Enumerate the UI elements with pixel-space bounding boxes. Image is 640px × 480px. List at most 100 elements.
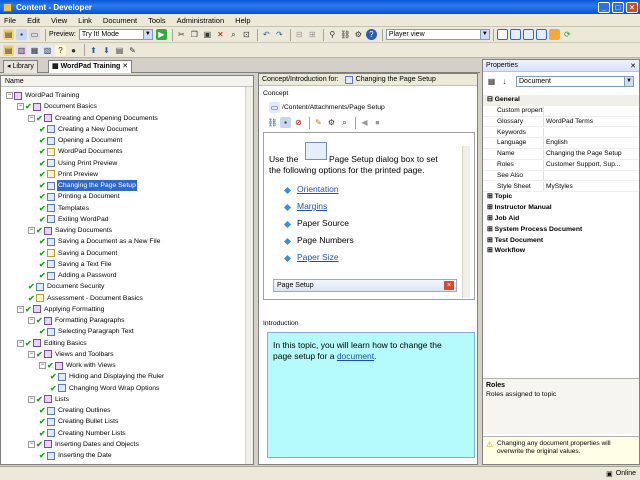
introduction-text-area[interactable]: In this topic, you will learn how to cha… — [267, 332, 475, 458]
edit-pencil-icon[interactable]: ✎ — [313, 117, 324, 128]
refresh-icon[interactable]: ⟳ — [562, 29, 573, 40]
player-view-select[interactable]: Player view ▼ — [385, 29, 490, 40]
property-row[interactable]: Keywords — [483, 127, 639, 139]
tree-node[interactable]: ✔ Adding a Password — [39, 270, 118, 281]
property-row[interactable]: See Also — [483, 170, 639, 182]
tree-node[interactable]: ✔ WordPad Documents — [39, 146, 123, 157]
save-icon[interactable]: ▪ — [280, 117, 291, 128]
link-icon[interactable]: ⛓ — [340, 29, 351, 40]
tree-node[interactable]: ✔ Creating Bullet Lists — [39, 416, 119, 427]
new-topic-icon[interactable]: ▧ — [42, 44, 53, 56]
new-module-icon[interactable]: ▥ — [16, 44, 27, 56]
layout-split-icon[interactable] — [509, 29, 521, 40]
tree-node[interactable]: − ✔ Inserting Dates and Objects — [28, 439, 140, 450]
menu-help[interactable]: Help — [235, 16, 250, 25]
expand-icon[interactable]: ⊞ — [307, 29, 318, 40]
layout-single-icon[interactable] — [496, 29, 508, 40]
tree-node[interactable]: ✔ Creating Outlines — [39, 405, 112, 416]
option-orientation[interactable]: Orientation — [297, 184, 339, 194]
link-icon[interactable]: ⛓ — [267, 117, 278, 128]
new-question-icon[interactable]: ? — [55, 44, 66, 56]
stop-icon[interactable]: ⏹ — [372, 117, 383, 128]
collapse-icon[interactable]: ⊟ — [294, 29, 305, 40]
tree-node[interactable]: ✔ Creating a New Document — [39, 124, 139, 135]
property-value[interactable]: Customer Support, Sup... — [543, 160, 639, 170]
collapse-toggle-icon[interactable]: − — [6, 92, 13, 99]
collapse-toggle-icon[interactable]: − — [39, 362, 46, 369]
property-category[interactable]: ⊞ Workflow — [483, 246, 639, 257]
tab-library[interactable]: ◂ Library — [3, 60, 38, 73]
maximize-button[interactable]: □ — [612, 1, 624, 13]
package-icon[interactable]: ⚙ — [326, 117, 337, 128]
preview-mode-select[interactable]: Try It! Mode ▼ — [78, 29, 153, 40]
tree-node[interactable]: ✔ Document Security — [28, 281, 105, 292]
tree-node[interactable]: ✔ Templates — [39, 203, 90, 214]
property-value[interactable]: MyStyles — [543, 181, 639, 192]
edit-icon[interactable]: ✎ — [127, 45, 138, 56]
tree-node[interactable]: − ✔ Creating and Opening Documents — [28, 113, 159, 124]
tree-node[interactable]: − ✔ Views and Toolbars — [28, 349, 115, 360]
property-row[interactable]: Custom properties — [483, 106, 639, 117]
play-icon[interactable]: ▶ — [155, 29, 167, 40]
back-icon[interactable]: ◀ — [359, 117, 370, 128]
minimize-button[interactable]: _ — [598, 1, 610, 13]
menu-link[interactable]: Link — [78, 16, 92, 25]
paste-icon[interactable]: ▣ — [202, 29, 213, 40]
layout-columns-icon[interactable] — [522, 29, 534, 40]
property-value[interactable]: English — [543, 138, 639, 148]
binoculars-icon[interactable]: ⚲ — [327, 29, 338, 40]
property-category[interactable]: ⊞ Instructor Manual — [483, 203, 639, 214]
menu-view[interactable]: View — [51, 16, 67, 25]
save-icon[interactable]: ▪ — [16, 29, 27, 40]
tree-node[interactable]: ✔ Changing Word Wrap Options — [50, 383, 160, 394]
property-row[interactable]: Style Sheet MyStyles — [483, 181, 639, 193]
copy-icon[interactable]: ❐ — [189, 29, 200, 40]
menu-administration[interactable]: Administration — [177, 16, 225, 25]
print-icon[interactable]: ▭ — [29, 29, 40, 40]
find-replace-icon[interactable]: ⊡ — [241, 29, 252, 40]
menu-document[interactable]: Document — [103, 16, 137, 25]
redo-icon[interactable]: ↷ — [274, 29, 285, 40]
tree-name-header[interactable]: Name — [1, 76, 253, 87]
categorized-icon[interactable]: ▦ — [486, 76, 497, 87]
record-icon[interactable]: ● — [68, 45, 79, 56]
property-category[interactable]: ⊞ Job Aid — [483, 214, 639, 225]
property-category[interactable]: ⊞ Test Document — [483, 235, 639, 247]
tree-node[interactable]: ✔ Assessment - Document Basics — [28, 293, 144, 304]
collapse-toggle-icon[interactable]: − — [17, 339, 24, 347]
tree-node[interactable]: ✔ Print Preview — [39, 169, 99, 180]
collapse-toggle-icon[interactable]: − — [28, 440, 35, 448]
property-value[interactable]: Changing the Page Setup — [543, 149, 639, 159]
find-icon[interactable]: ⌕ — [228, 29, 239, 40]
new-folder-icon[interactable]: ▤ — [3, 44, 14, 56]
tree-node[interactable]: − ✔ Formatting Paragraphs — [28, 315, 126, 326]
property-category[interactable]: ⊞ Topic — [483, 192, 639, 203]
tree-node[interactable]: ✔ Hiding and Displaying the Ruler — [50, 371, 165, 382]
property-row[interactable]: Glossary WordPad Terms — [483, 116, 639, 128]
property-row[interactable]: Roles Customer Support, Sup... — [483, 160, 639, 171]
new-section-icon[interactable]: ▦ — [29, 44, 40, 56]
collapse-toggle-icon[interactable]: − — [28, 114, 35, 122]
option-margins[interactable]: Margins — [297, 201, 327, 211]
close-button[interactable]: × — [626, 1, 638, 13]
option-paper-size[interactable]: Paper Size — [297, 252, 339, 262]
tree-node[interactable]: ✔ Using Print Preview — [39, 158, 118, 169]
tab-close-icon[interactable]: ✕ — [122, 63, 128, 70]
undo-icon[interactable]: ↶ — [261, 29, 272, 40]
tree-scrollbar[interactable] — [245, 87, 253, 464]
tree-node[interactable]: − ✔ Saving Documents — [28, 225, 113, 236]
property-row[interactable]: Name Changing the Page Setup — [483, 149, 639, 160]
help-icon[interactable]: ? — [365, 29, 377, 40]
tree-node[interactable]: ✔ Printing a Document — [39, 191, 121, 202]
collapse-toggle-icon[interactable]: ⊟ — [487, 96, 495, 103]
tree-node[interactable]: ✔ Exiting WordPad — [39, 214, 110, 225]
properties-object-select[interactable]: Document ▼ — [516, 76, 634, 87]
expand-toggle-icon[interactable]: ⊞ — [487, 215, 495, 222]
tree-node[interactable]: ✔ Saving a Document as a New File — [39, 236, 161, 247]
tree-node[interactable]: ✔ Saving a Document — [39, 248, 118, 259]
properties-close-icon[interactable]: ✕ — [630, 62, 636, 70]
collapse-toggle-icon[interactable]: − — [28, 395, 35, 403]
menu-edit[interactable]: Edit — [27, 16, 40, 25]
find-icon[interactable]: ⌕ — [339, 117, 350, 128]
collapse-toggle-icon[interactable]: − — [28, 227, 35, 234]
